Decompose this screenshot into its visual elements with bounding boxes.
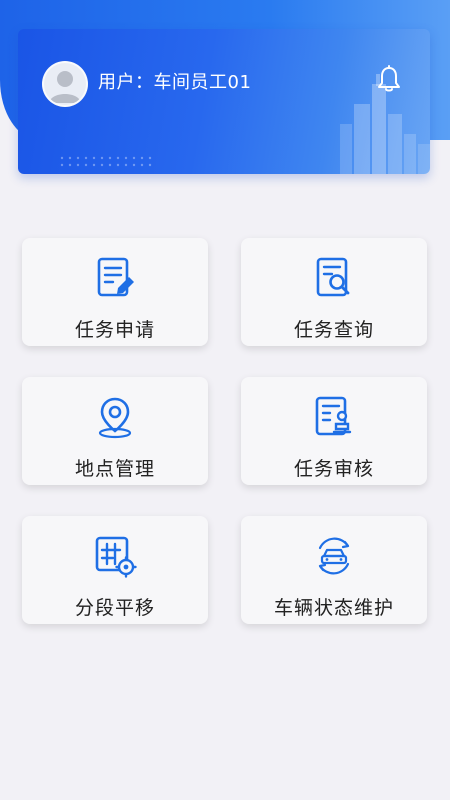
search-document-icon — [316, 257, 350, 297]
menu-tile-label: 分段平移 — [74, 597, 155, 619]
audit-document-icon — [315, 396, 352, 436]
menu-tile-task-query[interactable]: 任务查询 — [241, 238, 427, 346]
avatar[interactable] — [42, 61, 88, 107]
grid-gear-icon — [95, 536, 137, 578]
user-header-card: 用户：车间员工01 — [18, 29, 430, 174]
car-refresh-icon — [318, 537, 350, 575]
menu-tile-label: 任务申请 — [74, 319, 155, 341]
dot-pattern-decoration — [60, 156, 152, 167]
city-skyline-decoration — [340, 74, 430, 174]
menu-tile-vehicle-status[interactable]: 车辆状态维护 — [241, 516, 427, 624]
menu-tile-label: 任务审核 — [293, 458, 374, 480]
menu-tile-label: 车辆状态维护 — [273, 597, 394, 619]
menu-tile-task-apply[interactable]: 任务申请 — [22, 238, 208, 346]
menu-tile-location-manage[interactable]: 地点管理 — [22, 377, 208, 485]
menu-tile-segment-shift[interactable]: 分段平移 — [22, 516, 208, 624]
menu-tile-label: 任务查询 — [293, 319, 374, 341]
menu-tile-task-audit[interactable]: 任务审核 — [241, 377, 427, 485]
edit-document-icon — [97, 257, 134, 297]
user-name-label: 用户：车间员工01 — [98, 72, 252, 93]
menu-tile-label: 地点管理 — [74, 458, 155, 480]
location-pin-icon — [98, 397, 132, 439]
user-avatar-icon — [49, 71, 81, 103]
